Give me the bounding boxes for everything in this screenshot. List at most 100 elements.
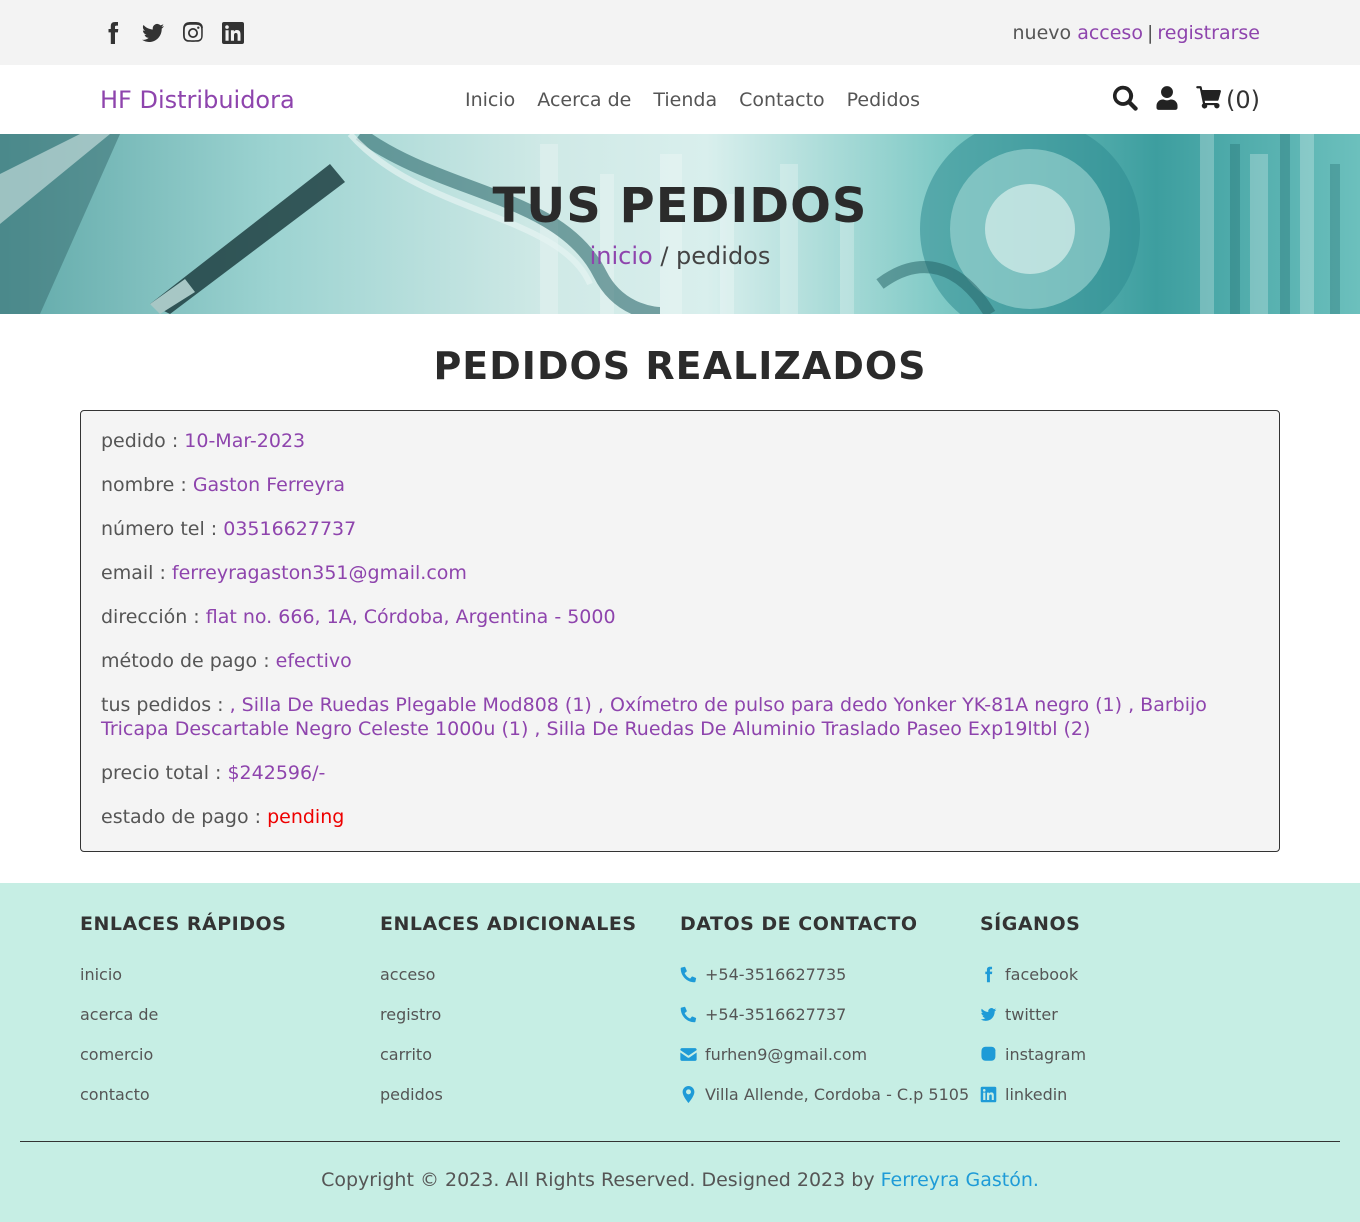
order-payment-method: efectivo bbox=[275, 650, 352, 672]
brand-logo[interactable]: HF Distribuidora bbox=[100, 86, 295, 114]
twitter-icon bbox=[980, 1008, 997, 1021]
footer-contact: DATOS DE CONTACTO +54-3516627735 +54-351… bbox=[680, 913, 980, 1125]
envelope-icon bbox=[680, 1048, 697, 1061]
footer-link-inicio[interactable]: inicio bbox=[80, 965, 380, 1005]
hero-content: TUS PEDIDOS inicio / pedidos bbox=[0, 134, 1360, 314]
linkedin-icon bbox=[980, 1086, 997, 1103]
order-payment-method-label: método de pago : bbox=[101, 650, 276, 672]
instagram-icon[interactable] bbox=[180, 20, 206, 46]
footer-linkedin-link[interactable]: linkedin bbox=[980, 1085, 1280, 1125]
footer-linkedin-text: linkedin bbox=[1005, 1085, 1068, 1104]
auth-separator: | bbox=[1146, 21, 1154, 44]
nav-menu: Inicio Acerca de Tienda Contacto Pedidos bbox=[465, 89, 920, 111]
footer-phone-2-text: +54-3516627737 bbox=[705, 1005, 847, 1024]
footer-email-text: furhen9@gmail.com bbox=[705, 1045, 868, 1064]
order-name-row: nombre : Gaston Ferreyra bbox=[101, 473, 1259, 497]
order-address: flat no. 666, 1A, Córdoba, Argentina - 5… bbox=[205, 606, 616, 628]
footer-extra-title: ENLACES ADICIONALES bbox=[380, 913, 637, 935]
hero-title: TUS PEDIDOS bbox=[492, 178, 868, 234]
order-status-label: estado de pago : bbox=[101, 806, 268, 828]
footer-phone-1[interactable]: +54-3516627735 bbox=[680, 965, 980, 1005]
order-name-label: nombre : bbox=[101, 474, 193, 496]
nav-item-inicio[interactable]: Inicio bbox=[465, 89, 515, 111]
order-date-label: pedido : bbox=[101, 430, 185, 452]
order-address-label: dirección : bbox=[101, 606, 206, 628]
footer-quick-title: ENLACES RÁPIDOS bbox=[80, 913, 287, 935]
nav-item-pedidos[interactable]: Pedidos bbox=[847, 89, 920, 111]
order-phone-label: número tel : bbox=[101, 518, 224, 540]
order-products-row: tus pedidos : , Silla De Ruedas Plegable… bbox=[101, 693, 1259, 741]
footer-phone-2[interactable]: +54-3516627737 bbox=[680, 1005, 980, 1045]
order-date-row: pedido : 10-Mar-2023 bbox=[101, 429, 1259, 453]
footer-facebook-link[interactable]: facebook bbox=[980, 965, 1280, 1005]
order-total-label: precio total : bbox=[101, 762, 228, 784]
hero-banner: TUS PEDIDOS inicio / pedidos bbox=[0, 134, 1360, 314]
author-link[interactable]: Ferreyra Gastón. bbox=[881, 1169, 1039, 1191]
instagram-icon bbox=[981, 1046, 996, 1061]
order-phone: 03516627737 bbox=[223, 518, 357, 540]
nav-icons: (0) bbox=[1112, 84, 1260, 116]
breadcrumb: inicio / pedidos bbox=[590, 242, 771, 270]
twitter-icon[interactable] bbox=[140, 20, 166, 46]
user-icon[interactable] bbox=[1154, 85, 1180, 115]
footer-link-contacto[interactable]: contacto bbox=[80, 1085, 380, 1125]
order-email: ferreyragaston351@gmail.com bbox=[171, 562, 467, 584]
footer-link-carrito[interactable]: carrito bbox=[380, 1045, 680, 1085]
footer-follow-title: SÍGANOS bbox=[980, 913, 1081, 935]
login-link[interactable]: acceso bbox=[1077, 22, 1143, 44]
footer-divider bbox=[20, 1141, 1340, 1142]
facebook-icon[interactable] bbox=[100, 20, 126, 46]
order-total-row: precio total : $242596/- bbox=[101, 761, 1259, 785]
footer: ENLACES RÁPIDOS inicio acerca de comerci… bbox=[0, 883, 1360, 1222]
order-total: $242596/- bbox=[227, 762, 326, 784]
facebook-icon bbox=[985, 966, 993, 983]
order-email-row: email : ferreyragaston351@gmail.com bbox=[101, 561, 1259, 585]
footer-link-pedidos[interactable]: pedidos bbox=[380, 1085, 680, 1125]
order-payment-method-row: método de pago : efectivo bbox=[101, 649, 1259, 673]
top-bar: nuevo acceso | registrarse bbox=[0, 0, 1360, 65]
order-status-row: estado de pago : pending bbox=[101, 805, 1259, 829]
nav-item-acerca[interactable]: Acerca de bbox=[537, 89, 631, 111]
cart-count: (0) bbox=[1226, 85, 1260, 114]
footer-link-acceso[interactable]: acceso bbox=[380, 965, 680, 1005]
order-date: 10-Mar-2023 bbox=[184, 430, 306, 452]
copyright: Copyright © 2023. All Rights Reserved. D… bbox=[0, 1169, 1360, 1191]
linkedin-icon[interactable] bbox=[220, 20, 246, 46]
footer-instagram-link[interactable]: instagram bbox=[980, 1045, 1280, 1085]
auth-links: nuevo acceso | registrarse bbox=[1013, 22, 1261, 44]
footer-link-acerca[interactable]: acerca de bbox=[80, 1005, 380, 1045]
order-status: pending bbox=[267, 806, 345, 828]
footer-twitter-link[interactable]: twitter bbox=[980, 1005, 1280, 1045]
footer-twitter-text: twitter bbox=[1005, 1005, 1058, 1024]
map-pin-icon bbox=[682, 1086, 695, 1103]
auth-prefix: nuevo bbox=[1012, 21, 1072, 44]
footer-instagram-text: instagram bbox=[1005, 1045, 1087, 1064]
phone-icon bbox=[680, 1006, 697, 1023]
cart-button[interactable]: (0) bbox=[1196, 84, 1260, 116]
footer-quick-links: ENLACES RÁPIDOS inicio acerca de comerci… bbox=[80, 913, 380, 1125]
nav-item-contacto[interactable]: Contacto bbox=[739, 89, 825, 111]
nav-item-tienda[interactable]: Tienda bbox=[653, 89, 717, 111]
order-address-row: dirección : flat no. 666, 1A, Córdoba, A… bbox=[101, 605, 1259, 629]
cart-icon bbox=[1196, 84, 1222, 116]
footer-extra-links: ENLACES ADICIONALES acceso registro carr… bbox=[380, 913, 680, 1125]
breadcrumb-current: / pedidos bbox=[652, 242, 771, 270]
orders-title: PEDIDOS REALIZADOS bbox=[433, 344, 927, 388]
footer-email[interactable]: furhen9@gmail.com bbox=[680, 1045, 980, 1085]
order-products: , Silla De Ruedas Plegable Mod808 (1) , … bbox=[101, 694, 1207, 740]
footer-phone-1-text: +54-3516627735 bbox=[705, 965, 847, 984]
footer-address: Villa Allende, Cordoba - C.p 5105 bbox=[680, 1085, 980, 1125]
breadcrumb-home-link[interactable]: inicio bbox=[590, 242, 653, 270]
footer-contact-title: DATOS DE CONTACTO bbox=[680, 913, 918, 935]
footer-link-registro[interactable]: registro bbox=[380, 1005, 680, 1045]
register-link[interactable]: registrarse bbox=[1157, 22, 1260, 44]
order-name: Gaston Ferreyra bbox=[192, 474, 346, 496]
social-links bbox=[100, 20, 246, 46]
order-phone-row: número tel : 03516627737 bbox=[101, 517, 1259, 541]
footer-address-text: Villa Allende, Cordoba - C.p 5105 bbox=[705, 1085, 970, 1104]
footer-follow: SÍGANOS facebook twitter instagram linke… bbox=[980, 913, 1280, 1125]
search-icon[interactable] bbox=[1112, 85, 1138, 115]
footer-link-comercio[interactable]: comercio bbox=[80, 1045, 380, 1085]
order-products-label: tus pedidos : bbox=[101, 694, 230, 716]
phone-icon bbox=[680, 966, 697, 983]
